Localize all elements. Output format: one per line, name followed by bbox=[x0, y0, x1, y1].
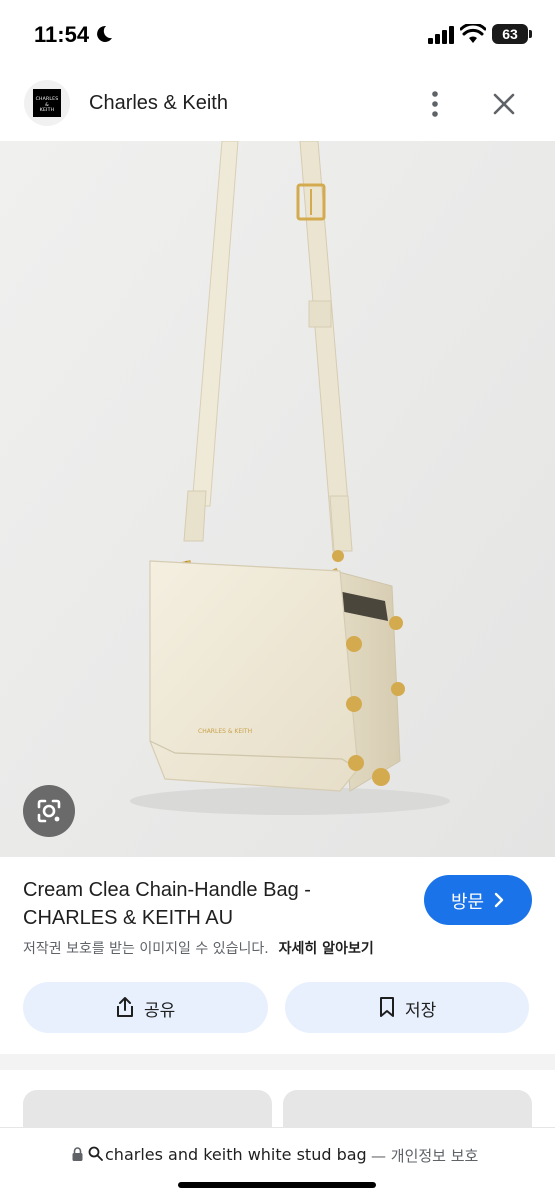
search-icon bbox=[88, 1146, 103, 1161]
bookmark-icon bbox=[380, 997, 394, 1017]
share-button[interactable]: 공유 bbox=[23, 982, 268, 1033]
learn-more-link[interactable]: 자세히 알아보기 bbox=[279, 941, 374, 957]
product-image[interactable]: CHARLES & KEITH bbox=[0, 141, 555, 857]
wifi-icon bbox=[460, 24, 486, 43]
source-header: CHARLES & KEITH Charles & Keith bbox=[0, 72, 555, 138]
logo-mark: CHARLES & KEITH bbox=[33, 89, 61, 117]
save-button[interactable]: 저장 bbox=[285, 982, 529, 1033]
close-icon[interactable] bbox=[486, 86, 522, 122]
copyright-notice: 저작권 보호를 받는 이미지일 수 있습니다. 자세히 알아보기 bbox=[23, 938, 374, 958]
search-query[interactable]: charles and keith white stud bag bbox=[105, 1145, 367, 1164]
battery-icon: 63 bbox=[492, 24, 528, 44]
signal-icon bbox=[428, 26, 454, 44]
home-indicator bbox=[178, 1182, 376, 1188]
save-label: 저장 bbox=[405, 1001, 437, 1021]
bottom-bar: charles and keith white stud bag — 개인정보 … bbox=[0, 1127, 555, 1200]
copyright-text: 저작권 보호를 받는 이미지일 수 있습니다. bbox=[23, 941, 269, 957]
privacy-link[interactable]: — 개인정보 보호 bbox=[371, 1145, 478, 1166]
visit-label: 방문 bbox=[451, 892, 485, 913]
lens-icon bbox=[37, 799, 61, 823]
bag-illustration: CHARLES & KEITH bbox=[0, 141, 555, 857]
lock-icon bbox=[72, 1147, 83, 1161]
more-vert-icon[interactable] bbox=[418, 86, 452, 122]
bag-brand-stamp: CHARLES & KEITH bbox=[198, 728, 252, 735]
battery-tip bbox=[529, 30, 532, 38]
moon-icon bbox=[97, 25, 112, 42]
lens-button[interactable] bbox=[23, 785, 75, 837]
section-divider bbox=[0, 1054, 555, 1070]
visit-button[interactable]: 방문 bbox=[424, 875, 532, 925]
site-logo[interactable]: CHARLES & KEITH bbox=[24, 80, 70, 126]
product-title[interactable]: Cream Clea Chain-Handle Bag - CHARLES & … bbox=[23, 876, 403, 932]
site-name[interactable]: Charles & Keith bbox=[89, 92, 228, 115]
chevron-right-icon bbox=[494, 892, 504, 908]
share-icon bbox=[117, 997, 133, 1017]
share-label: 공유 bbox=[144, 1001, 176, 1021]
status-bar: 11:54 63 bbox=[0, 0, 555, 70]
battery-level: 63 bbox=[502, 26, 518, 42]
status-time: 11:54 bbox=[34, 22, 90, 47]
